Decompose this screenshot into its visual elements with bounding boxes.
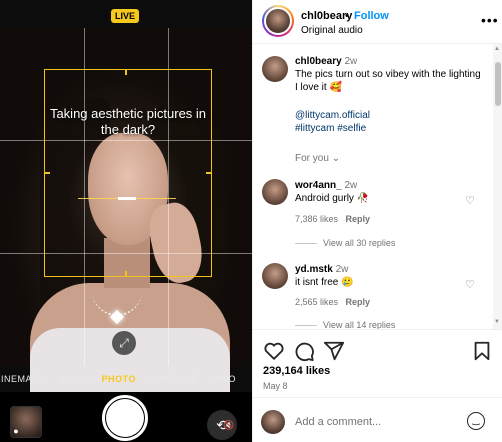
- caption-username[interactable]: chl0beary: [295, 56, 342, 67]
- comment-text: Android gurly 🥀: [295, 193, 370, 204]
- post-panel: chl0beary • Follow Original audio ••• ch…: [252, 0, 502, 442]
- post-actions: 239,164 likes May 8 ‿: [253, 329, 502, 442]
- audio-label[interactable]: Original audio: [301, 25, 363, 36]
- comment-avatar[interactable]: [262, 263, 288, 289]
- camera-mode-selector: CINEMATIC VIDEO PHOTO PORTRAIT PANO: [0, 374, 252, 390]
- scrollbar-thumb[interactable]: [495, 62, 501, 106]
- emoji-icon[interactable]: ‿: [467, 412, 485, 430]
- comment-time: 2w: [344, 180, 358, 191]
- comment-username[interactable]: wor4ann_: [295, 180, 342, 191]
- caption-mention[interactable]: @littycam.official: [295, 109, 370, 122]
- caption-text: The pics turn out so vibey with the ligh…: [295, 69, 481, 93]
- follow-button[interactable]: Follow: [354, 10, 389, 22]
- mute-icon[interactable]: 🔇: [223, 420, 234, 431]
- for-you-toggle[interactable]: For you ⌄: [295, 152, 340, 165]
- reply-button[interactable]: Reply: [346, 297, 371, 307]
- post-header: chl0beary • Follow Original audio •••: [253, 0, 502, 44]
- expand-icon[interactable]: ⤢: [112, 331, 136, 355]
- mode-pano[interactable]: PANO: [209, 374, 236, 390]
- person-icon: ●: [13, 426, 19, 436]
- heart-icon[interactable]: ♡: [465, 194, 475, 207]
- mode-video[interactable]: VIDEO: [59, 374, 90, 390]
- reply-button[interactable]: Reply: [346, 214, 371, 224]
- comment-input[interactable]: [295, 412, 455, 432]
- camera-video[interactable]: LIVE Taking aesthetic pictures in the da…: [0, 0, 252, 442]
- like-heart-icon[interactable]: [263, 340, 285, 362]
- heart-icon[interactable]: ♡: [465, 278, 475, 291]
- scroll-down-arrow-icon[interactable]: ▼: [494, 319, 500, 325]
- view-replies-button[interactable]: View all 14 replies: [295, 320, 395, 329]
- likes-count[interactable]: 239,164 likes: [263, 365, 330, 377]
- caption-time: 2w: [344, 56, 358, 67]
- chevron-down-icon: ⌄: [331, 153, 341, 164]
- view-replies-button[interactable]: View all 30 replies: [295, 238, 395, 248]
- current-user-avatar: [261, 410, 285, 434]
- exposure-slider[interactable]: [78, 197, 176, 200]
- add-comment-bar: ‿: [253, 397, 502, 442]
- comment-icon[interactable]: [293, 340, 315, 362]
- mode-portrait[interactable]: PORTRAIT: [148, 374, 197, 390]
- caption: chl0beary 2w The pics turn out so vibey …: [295, 55, 485, 94]
- scroll-up-arrow-icon[interactable]: ▲: [494, 46, 500, 52]
- share-icon[interactable]: [323, 340, 345, 362]
- more-options-icon[interactable]: •••: [481, 12, 499, 28]
- comment: wor4ann_ 2w Android gurly 🥀: [295, 179, 369, 205]
- mode-photo[interactable]: PHOTO: [102, 374, 136, 390]
- bookmark-icon[interactable]: [471, 340, 493, 362]
- author-avatar[interactable]: [262, 5, 294, 37]
- comment-likes[interactable]: 2,565 likes: [295, 297, 338, 307]
- mode-cinematic[interactable]: CINEMATIC: [0, 374, 47, 390]
- comment-avatar[interactable]: [262, 179, 288, 205]
- caption-avatar[interactable]: [262, 56, 288, 82]
- comment-meta: 2,565 likes Reply: [295, 296, 370, 309]
- comment-meta: 7,386 likes Reply: [295, 213, 370, 226]
- comments-list: chl0beary 2w The pics turn out so vibey …: [253, 44, 493, 329]
- focus-box: [44, 69, 212, 277]
- comment-text: it isnt free 🥲: [295, 277, 354, 288]
- separator-dot: •: [345, 10, 349, 22]
- post-date[interactable]: May 8: [263, 381, 288, 391]
- comment-username[interactable]: yd.mstk: [295, 264, 333, 275]
- overlay-caption: Taking aesthetic pictures in the dark?: [49, 106, 207, 137]
- comment-likes[interactable]: 7,386 likes: [295, 214, 338, 224]
- caption-hashtags[interactable]: #littycam #selfie: [295, 122, 366, 135]
- comment: yd.mstk 2w it isnt free 🥲: [295, 263, 354, 289]
- comment-time: 2w: [335, 264, 349, 275]
- live-badge[interactable]: LIVE: [111, 9, 139, 23]
